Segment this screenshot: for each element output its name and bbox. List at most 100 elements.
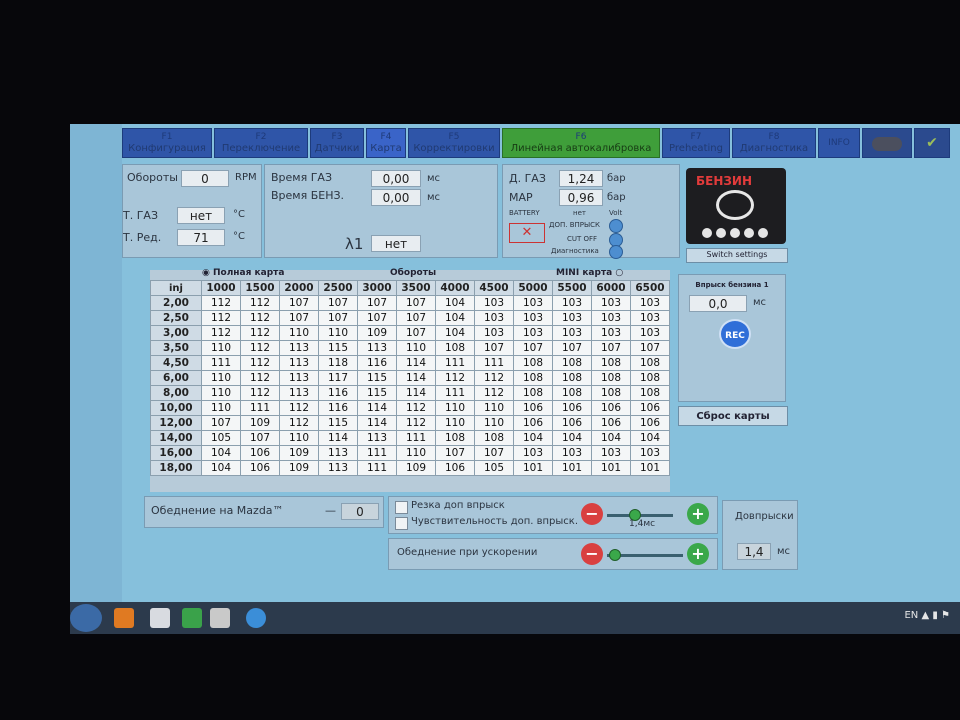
- map-cell[interactable]: 103: [474, 325, 514, 341]
- map-cell[interactable]: 110: [201, 400, 241, 416]
- map-cell[interactable]: 110: [474, 415, 514, 431]
- map-cell[interactable]: 107: [513, 340, 553, 356]
- map-cell[interactable]: 112: [435, 370, 475, 386]
- map-cell[interactable]: 112: [474, 370, 514, 386]
- map-cell[interactable]: 108: [552, 370, 592, 386]
- map-cell[interactable]: 115: [318, 415, 358, 431]
- map-cell[interactable]: 111: [357, 445, 397, 461]
- map-cell[interactable]: 113: [279, 370, 319, 386]
- map-cell[interactable]: 112: [279, 415, 319, 431]
- map-cell[interactable]: 108: [513, 355, 553, 371]
- map-cell[interactable]: 103: [630, 295, 670, 311]
- explorer-icon[interactable]: [210, 608, 230, 628]
- sharp-injection-checkbox[interactable]: [395, 501, 408, 514]
- map-cell[interactable]: 112: [396, 400, 436, 416]
- map-cell[interactable]: 116: [318, 385, 358, 401]
- map-cell[interactable]: 101: [630, 460, 670, 476]
- map-cell[interactable]: 114: [357, 415, 397, 431]
- map-cell[interactable]: 103: [552, 445, 592, 461]
- map-cell[interactable]: 103: [591, 310, 631, 326]
- map-cell[interactable]: 115: [357, 370, 397, 386]
- accel-lean-decrease-button[interactable]: −: [581, 543, 603, 565]
- map-cell[interactable]: 103: [591, 445, 631, 461]
- map-cell[interactable]: 109: [279, 445, 319, 461]
- map-cell[interactable]: 110: [396, 445, 436, 461]
- settings-button[interactable]: ✔: [914, 128, 950, 158]
- map-cell[interactable]: 107: [357, 295, 397, 311]
- sensitivity-checkbox[interactable]: [395, 517, 408, 530]
- map-cell[interactable]: 108: [591, 385, 631, 401]
- map-cell[interactable]: 103: [513, 310, 553, 326]
- fuel-status-indicator[interactable]: БЕНЗИН: [686, 168, 786, 244]
- mazda-lean-input[interactable]: 0: [341, 503, 379, 520]
- map-cell[interactable]: 112: [240, 355, 280, 371]
- accel-lean-slider-knob[interactable]: [609, 549, 621, 561]
- start-button[interactable]: [70, 604, 102, 632]
- map-cell[interactable]: 108: [513, 385, 553, 401]
- map-cell[interactable]: 108: [474, 430, 514, 446]
- map-cell[interactable]: 113: [318, 460, 358, 476]
- mini-map-option[interactable]: MINI карта ○: [556, 268, 623, 278]
- file-icon[interactable]: [150, 608, 170, 628]
- map-cell[interactable]: 107: [279, 295, 319, 311]
- map-cell[interactable]: 111: [435, 385, 475, 401]
- map-cell[interactable]: 108: [552, 385, 592, 401]
- map-cell[interactable]: 108: [435, 340, 475, 356]
- map-cell[interactable]: 114: [396, 370, 436, 386]
- map-cell[interactable]: 112: [201, 295, 241, 311]
- tab-sensors[interactable]: F3 Датчики: [310, 128, 364, 158]
- language-indicator[interactable]: EN: [904, 610, 918, 621]
- map-cell[interactable]: 108: [591, 355, 631, 371]
- map-cell[interactable]: 103: [591, 295, 631, 311]
- map-cell[interactable]: 116: [318, 400, 358, 416]
- map-cell[interactable]: 108: [435, 430, 475, 446]
- map-cell[interactable]: 106: [240, 460, 280, 476]
- map-cell[interactable]: 114: [396, 385, 436, 401]
- tab-switching[interactable]: F2 Переключение: [214, 128, 308, 158]
- map-cell[interactable]: 116: [357, 355, 397, 371]
- map-cell[interactable]: 112: [201, 310, 241, 326]
- map-cell[interactable]: 112: [240, 340, 280, 356]
- map-cell[interactable]: 110: [396, 340, 436, 356]
- map-cell[interactable]: 106: [513, 400, 553, 416]
- map-cell[interactable]: 104: [201, 460, 241, 476]
- map-cell[interactable]: 108: [630, 385, 670, 401]
- map-cell[interactable]: 112: [240, 295, 280, 311]
- map-cell[interactable]: 101: [552, 460, 592, 476]
- map-cell[interactable]: 103: [591, 325, 631, 341]
- map-cell[interactable]: 111: [201, 355, 241, 371]
- map-cell[interactable]: 107: [318, 310, 358, 326]
- map-cell[interactable]: 109: [240, 415, 280, 431]
- full-map-option[interactable]: ◉ Полная карта: [202, 268, 284, 278]
- map-cell[interactable]: 107: [474, 445, 514, 461]
- map-cell[interactable]: 107: [396, 325, 436, 341]
- map-cell[interactable]: 111: [435, 355, 475, 371]
- map-cell[interactable]: 112: [240, 385, 280, 401]
- map-cell[interactable]: 103: [630, 325, 670, 341]
- map-cell[interactable]: 108: [630, 370, 670, 386]
- map-cell[interactable]: 111: [396, 430, 436, 446]
- map-cell[interactable]: 113: [279, 340, 319, 356]
- reset-map-button[interactable]: Сброс карты: [678, 406, 788, 426]
- map-cell[interactable]: 103: [513, 295, 553, 311]
- map-cell[interactable]: 114: [318, 430, 358, 446]
- map-cell[interactable]: 107: [357, 310, 397, 326]
- sensitivity-decrease-button[interactable]: −: [581, 503, 603, 525]
- tab-auto-calibration[interactable]: F6 Линейная автокалибровка: [502, 128, 660, 158]
- map-cell[interactable]: 104: [591, 430, 631, 446]
- map-cell[interactable]: 103: [474, 310, 514, 326]
- map-cell[interactable]: 115: [357, 385, 397, 401]
- map-cell[interactable]: 110: [435, 415, 475, 431]
- map-cell[interactable]: 112: [240, 370, 280, 386]
- map-cell[interactable]: 107: [318, 295, 358, 311]
- map-cell[interactable]: 112: [240, 310, 280, 326]
- map-cell[interactable]: 107: [396, 295, 436, 311]
- map-cell[interactable]: 104: [435, 295, 475, 311]
- map-cell[interactable]: 101: [513, 460, 553, 476]
- map-cell[interactable]: 103: [630, 445, 670, 461]
- map-cell[interactable]: 111: [474, 355, 514, 371]
- map-cell[interactable]: 101: [591, 460, 631, 476]
- map-cell[interactable]: 107: [240, 430, 280, 446]
- map-cell[interactable]: 103: [552, 310, 592, 326]
- chrome-icon[interactable]: [182, 608, 202, 628]
